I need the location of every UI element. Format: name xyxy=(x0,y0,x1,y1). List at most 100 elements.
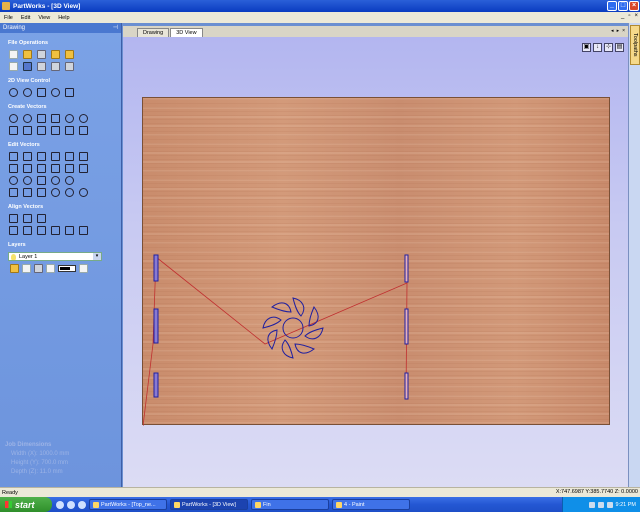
import-icon[interactable] xyxy=(51,50,60,59)
start-button[interactable]: start xyxy=(0,497,52,512)
minimize-button[interactable]: _ xyxy=(607,1,617,11)
pan-icon[interactable] xyxy=(9,88,18,97)
mdi-restore-icon[interactable]: ▫ xyxy=(628,13,630,19)
zoom-out-icon[interactable] xyxy=(51,88,60,97)
space-vertical-icon[interactable] xyxy=(79,226,88,235)
tray-icon[interactable] xyxy=(606,501,613,508)
layer-visibility-icon[interactable] xyxy=(10,264,19,273)
tab-3d-view[interactable]: 3D View xyxy=(170,28,203,37)
ie-icon[interactable] xyxy=(56,500,64,509)
maximize-button[interactable]: □ xyxy=(618,1,628,11)
cut-icon[interactable] xyxy=(9,62,18,71)
dimension-icon[interactable] xyxy=(37,126,46,135)
3d-viewport[interactable]: ▣ ↓ ⊹ ▤ xyxy=(123,37,628,487)
trim-icon[interactable] xyxy=(51,164,60,173)
pin-icon[interactable]: ⊣ xyxy=(113,24,118,31)
menu-file[interactable]: File xyxy=(4,15,13,21)
array-icon[interactable] xyxy=(65,126,74,135)
mdi-close-icon[interactable]: × xyxy=(634,13,638,19)
offset-icon[interactable] xyxy=(65,164,74,173)
curve-icon[interactable] xyxy=(51,114,60,123)
close-button[interactable]: × xyxy=(629,1,639,11)
convert-icon[interactable] xyxy=(79,188,88,197)
task-partworks-top[interactable]: PartWorks - [Top_ne... xyxy=(89,499,167,510)
mirror-icon[interactable] xyxy=(37,176,46,185)
menu-help[interactable]: Help xyxy=(58,15,69,21)
view-axes-icon[interactable]: ⊹ xyxy=(604,43,613,52)
weld-icon[interactable] xyxy=(9,164,18,173)
align-vertical-icon[interactable] xyxy=(37,214,46,223)
layer-settings-icon[interactable] xyxy=(79,264,88,273)
undo-icon[interactable] xyxy=(51,62,60,71)
node-edit-icon[interactable] xyxy=(23,152,32,161)
tab-icon[interactable] xyxy=(51,188,60,197)
view-top-icon[interactable]: ↓ xyxy=(593,43,602,52)
transform-icon[interactable] xyxy=(37,152,46,161)
zoom-extents-icon[interactable] xyxy=(65,88,74,97)
layer-color-swatch[interactable] xyxy=(58,265,76,272)
mdi-minimize-icon[interactable]: _ xyxy=(621,13,624,19)
redo-icon[interactable] xyxy=(65,62,74,71)
join-icon[interactable] xyxy=(9,176,18,185)
nest-icon[interactable] xyxy=(9,188,18,197)
tab-close-icon[interactable]: × xyxy=(622,28,625,34)
menu-edit[interactable]: Edit xyxy=(21,15,30,21)
angle-icon[interactable] xyxy=(65,176,74,185)
layer-lock-icon[interactable] xyxy=(34,264,43,273)
new-file-icon[interactable] xyxy=(9,50,18,59)
smooth-icon[interactable] xyxy=(51,176,60,185)
media-icon[interactable] xyxy=(67,500,75,509)
tray-icon[interactable] xyxy=(597,501,604,508)
copy-icon[interactable] xyxy=(23,62,32,71)
polygon-icon[interactable] xyxy=(65,114,74,123)
close-vector-icon[interactable] xyxy=(23,176,32,185)
align-right-icon[interactable] xyxy=(23,226,32,235)
align-bottom-icon[interactable] xyxy=(51,226,60,235)
toolpaths-tab[interactable]: Toolpaths xyxy=(630,25,640,65)
circle-icon[interactable] xyxy=(9,114,18,123)
tray-icon[interactable] xyxy=(588,501,595,508)
rectangle-icon[interactable] xyxy=(37,114,46,123)
task-paint[interactable]: 4 - Paint xyxy=(332,499,410,510)
align-horizontal-icon[interactable] xyxy=(23,214,32,223)
star-icon[interactable] xyxy=(79,114,88,123)
view-fit-icon[interactable]: ▤ xyxy=(615,43,624,52)
align-left-icon[interactable] xyxy=(9,226,18,235)
ungroup-icon[interactable] xyxy=(65,152,74,161)
material-board[interactable] xyxy=(142,97,610,426)
view-iso-icon[interactable]: ▣ xyxy=(582,43,591,52)
dogbone-icon[interactable] xyxy=(37,188,46,197)
open-file-icon[interactable] xyxy=(23,50,32,59)
layer-select[interactable]: Layer 1 ▾ xyxy=(8,252,102,261)
lead-in-icon[interactable] xyxy=(65,188,74,197)
fillet-icon[interactable] xyxy=(79,164,88,173)
layer-color-icon[interactable] xyxy=(46,264,55,273)
subtract-icon[interactable] xyxy=(23,164,32,173)
chevron-down-icon[interactable]: ▾ xyxy=(93,253,101,260)
align-center-icon[interactable] xyxy=(9,214,18,223)
tab-next-icon[interactable]: ▸ xyxy=(617,28,620,34)
zoom-box-icon[interactable] xyxy=(37,88,46,97)
ellipse-icon[interactable] xyxy=(23,114,32,123)
task-partworks-3d[interactable]: PartWorks - [3D View] xyxy=(170,499,248,510)
text-on-curve-icon[interactable] xyxy=(23,126,32,135)
paste-icon[interactable] xyxy=(37,62,46,71)
text-icon[interactable] xyxy=(9,126,18,135)
align-top-icon[interactable] xyxy=(37,226,46,235)
grid-icon[interactable] xyxy=(79,126,88,135)
firefox-icon[interactable] xyxy=(78,500,86,509)
bitmap-trace-icon[interactable] xyxy=(23,188,32,197)
intersect-icon[interactable] xyxy=(37,164,46,173)
group-icon[interactable] xyxy=(51,152,60,161)
table-icon[interactable] xyxy=(51,126,60,135)
space-horizontal-icon[interactable] xyxy=(65,226,74,235)
save-icon[interactable] xyxy=(37,50,46,59)
scissors-icon[interactable] xyxy=(79,152,88,161)
tab-prev-icon[interactable]: ◂ xyxy=(611,28,614,34)
layer-check-icon[interactable] xyxy=(22,264,31,273)
export-icon[interactable] xyxy=(65,50,74,59)
menu-view[interactable]: View xyxy=(38,15,50,21)
tab-drawing[interactable]: Drawing xyxy=(137,28,170,37)
zoom-in-icon[interactable] xyxy=(23,88,32,97)
task-fin[interactable]: Fin xyxy=(251,499,329,510)
